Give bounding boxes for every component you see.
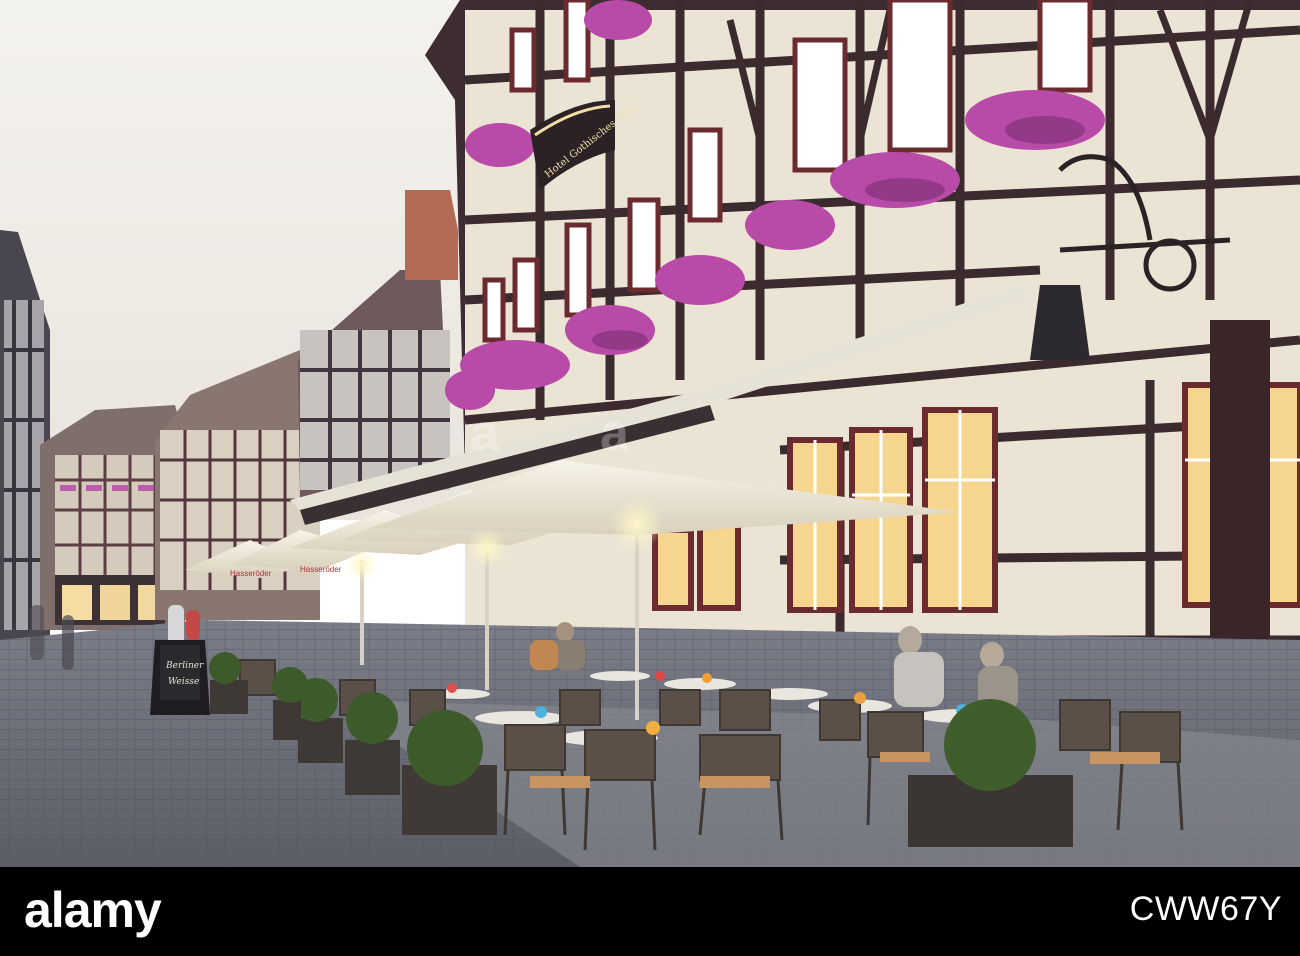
footer-bar: alamy CWW67Y <box>0 867 1300 956</box>
stock-photo-page: Berliner Weisse Hasseröder Hasseröder Ho… <box>0 0 1300 956</box>
lantern <box>1030 285 1090 360</box>
umbrella-brand-2: Hasseröder <box>300 565 342 574</box>
board-text-2: Weisse <box>168 677 199 687</box>
umbrella-brand-1: Hasseröder <box>230 569 272 578</box>
image-id: CWW67Y <box>1129 890 1282 928</box>
alamy-logo[interactable]: alamy <box>24 879 162 941</box>
sandwich-board: Berliner Weisse <box>150 640 210 715</box>
board-text-1: Berliner <box>165 661 204 671</box>
street-cafe-photo: Berliner Weisse Hasseröder Hasseröder Ho… <box>0 0 1300 867</box>
